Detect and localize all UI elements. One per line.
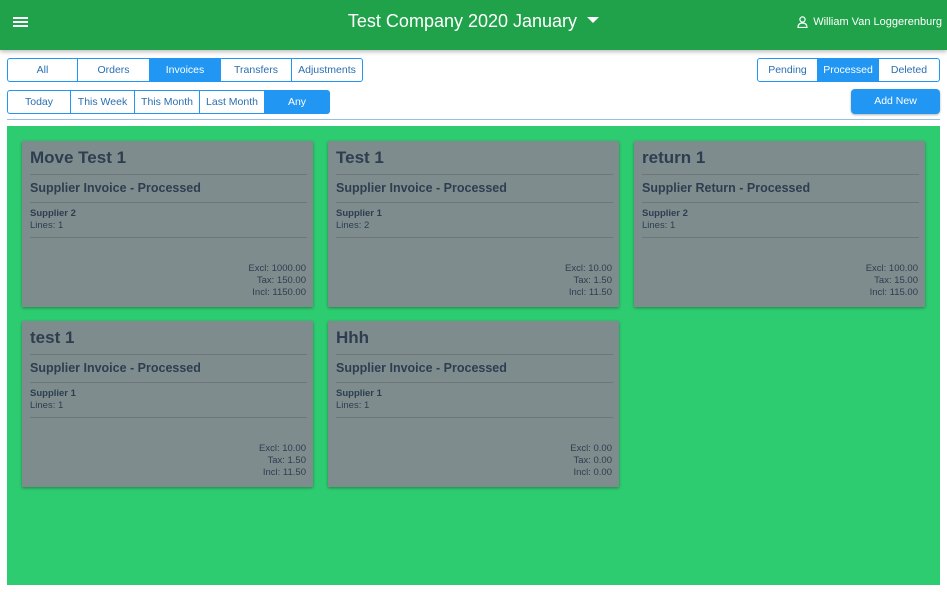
card-excl: Excl: 10.00	[565, 263, 612, 274]
card-subtitle: Supplier Invoice - Processed	[30, 181, 201, 195]
card-incl: Incl: 1150.00	[252, 287, 306, 298]
card-divider	[30, 237, 307, 238]
tab-this-week[interactable]: This Week	[71, 90, 135, 114]
card-incl: Incl: 11.50	[568, 287, 612, 298]
company-title: Test Company 2020 January	[347, 11, 578, 31]
tab-this-month[interactable]: This Month	[135, 90, 200, 114]
tab-deleted[interactable]: Deleted	[879, 58, 940, 82]
card-totals: Excl: 0.00 Tax: 0.00 Incl: 0.00	[570, 443, 612, 479]
tab-adjustments[interactable]: Adjustments	[292, 58, 363, 82]
user-name: William Van Loggerenburg	[813, 16, 942, 28]
card-divider	[336, 382, 613, 383]
card-subtitle: Supplier Invoice - Processed	[30, 361, 201, 375]
card-divider	[30, 202, 307, 203]
card-incl: Incl: 115.00	[869, 287, 918, 298]
period-filter-group: Today This Week This Month Last Month An…	[7, 90, 330, 114]
card-divider	[30, 174, 307, 175]
card-totals: Excl: 10.00 Tax: 1.50 Incl: 11.50	[259, 443, 306, 479]
card-incl: Incl: 0.00	[573, 467, 612, 478]
card-divider	[642, 174, 919, 175]
card-divider	[336, 237, 613, 238]
card-excl: Excl: 10.00	[259, 443, 306, 454]
card-divider	[336, 354, 613, 355]
tab-today[interactable]: Today	[7, 90, 71, 114]
card-title: return 1	[642, 148, 706, 167]
card-divider	[30, 417, 307, 418]
tab-invoices[interactable]: Invoices	[150, 58, 221, 82]
card-totals: Excl: 100.00 Tax: 15.00 Incl: 115.00	[866, 263, 918, 299]
caret-down-icon	[587, 17, 600, 24]
card-excl: Excl: 0.00	[570, 443, 612, 454]
card-lines: Lines: 1	[336, 400, 370, 411]
card-tax: Tax: 15.00	[874, 275, 918, 286]
tab-orders[interactable]: Orders	[78, 58, 150, 82]
card-title: Hhh	[336, 328, 370, 347]
card-divider	[30, 354, 307, 355]
document-card[interactable]: return 1 Supplier Return - Processed Sup…	[634, 141, 925, 307]
card-totals: Excl: 1000.00 Tax: 150.00 Incl: 1150.00	[248, 263, 306, 299]
card-tax: Tax: 1.50	[267, 455, 306, 466]
card-lines: Lines: 1	[30, 220, 64, 231]
status-filter-group: Pending Processed Deleted	[757, 58, 940, 82]
type-filter-group: All Orders Invoices Transfers Adjustment…	[7, 58, 363, 82]
card-title: Move Test 1	[30, 148, 127, 167]
card-supplier: Supplier 1	[336, 208, 382, 219]
tab-last-month[interactable]: Last Month	[200, 90, 265, 114]
card-totals: Excl: 10.00 Tax: 1.50 Incl: 11.50	[565, 263, 612, 299]
card-lines: Lines: 2	[336, 220, 370, 231]
card-title: Test 1	[336, 148, 384, 167]
documents-area: Move Test 1 Supplier Invoice - Processed…	[7, 126, 940, 585]
document-card[interactable]: Hhh Supplier Invoice - Processed Supplie…	[328, 321, 619, 487]
card-subtitle: Supplier Return - Processed	[642, 181, 811, 195]
top-app-bar: Test Company 2020 January William Van Lo…	[0, 0, 947, 50]
tab-any[interactable]: Any	[265, 90, 330, 114]
card-subtitle: Supplier Invoice - Processed	[336, 361, 507, 375]
card-divider	[336, 417, 613, 418]
card-incl: Incl: 11.50	[262, 467, 306, 478]
card-lines: Lines: 1	[642, 220, 676, 231]
card-supplier: Supplier 1	[30, 388, 76, 399]
card-tax: Tax: 150.00	[256, 275, 306, 286]
tab-all[interactable]: All	[7, 58, 78, 82]
card-tax: Tax: 0.00	[573, 455, 612, 466]
card-supplier: Supplier 2	[30, 208, 76, 219]
card-supplier: Supplier 1	[336, 388, 382, 399]
document-card[interactable]: Move Test 1 Supplier Invoice - Processed…	[22, 141, 313, 307]
tab-pending[interactable]: Pending	[757, 58, 818, 82]
user-icon	[797, 16, 808, 28]
tab-transfers[interactable]: Transfers	[221, 58, 292, 82]
card-title: test 1	[30, 328, 75, 347]
card-divider	[336, 174, 613, 175]
user-menu[interactable]: William Van Loggerenburg	[797, 15, 942, 29]
card-subtitle: Supplier Invoice - Processed	[336, 181, 507, 195]
card-excl: Excl: 1000.00	[248, 263, 306, 274]
card-divider	[642, 237, 919, 238]
document-card[interactable]: test 1 Supplier Invoice - Processed Supp…	[22, 321, 313, 487]
card-divider	[642, 202, 919, 203]
card-divider	[30, 382, 307, 383]
add-new-button[interactable]: Add New	[851, 89, 940, 114]
card-excl: Excl: 100.00	[865, 263, 918, 274]
card-supplier: Supplier 2	[642, 208, 688, 219]
card-tax: Tax: 1.50	[573, 275, 612, 286]
divider	[7, 119, 940, 120]
document-card[interactable]: Test 1 Supplier Invoice - Processed Supp…	[328, 141, 619, 307]
tab-processed[interactable]: Processed	[818, 58, 879, 82]
card-divider	[336, 202, 613, 203]
card-lines: Lines: 1	[30, 400, 64, 411]
